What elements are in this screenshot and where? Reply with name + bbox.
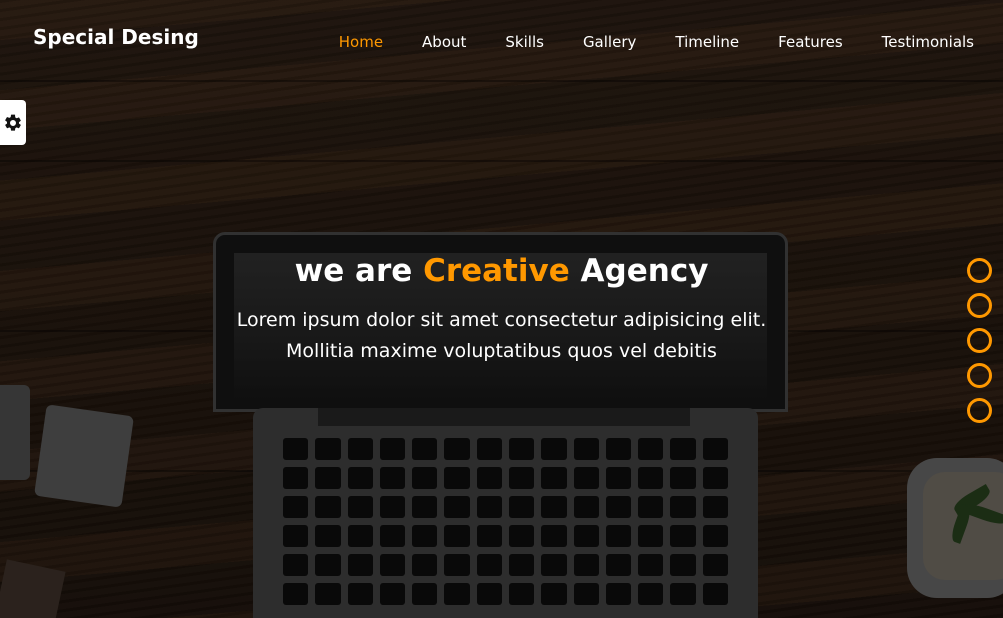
nav-link-about[interactable]: About bbox=[422, 33, 466, 51]
nav-link-features[interactable]: Features bbox=[778, 33, 843, 51]
hero-description-line-1: Lorem ipsum dolor sit amet consectetur a… bbox=[236, 309, 767, 331]
settings-toggle[interactable] bbox=[0, 100, 26, 145]
hero-description-line-2: Mollitia maxime voluptatibus quos vel de… bbox=[286, 340, 717, 362]
nav-link-timeline[interactable]: Timeline bbox=[675, 33, 739, 51]
hero-title: we are Creative Agency bbox=[0, 253, 1003, 289]
hero-title-post: Agency bbox=[569, 253, 709, 289]
nav-link-home[interactable]: Home bbox=[339, 33, 383, 51]
site-logo[interactable]: Special Desing bbox=[33, 25, 199, 49]
nav-link-gallery[interactable]: Gallery bbox=[583, 33, 636, 51]
slide-bullet[interactable] bbox=[967, 363, 992, 388]
hero-description: Lorem ipsum dolor sit amet consectetur a… bbox=[0, 305, 1003, 367]
gear-icon bbox=[5, 114, 21, 131]
nav-link-testimonials[interactable]: Testimonials bbox=[882, 33, 974, 51]
slide-bullets bbox=[967, 258, 992, 423]
slide-bullet[interactable] bbox=[967, 293, 992, 318]
slide-bullet[interactable] bbox=[967, 258, 992, 283]
slide-bullet[interactable] bbox=[967, 398, 992, 423]
slide-bullet[interactable] bbox=[967, 328, 992, 353]
hero-content: we are Creative Agency Lorem ipsum dolor… bbox=[0, 253, 1003, 367]
main-nav: Home About Skills Gallery Timeline Features Te… bbox=[300, 33, 974, 51]
hero-title-accent: Creative bbox=[423, 253, 570, 289]
hero-title-pre: we are bbox=[294, 253, 424, 289]
nav-link-skills[interactable]: Skills bbox=[505, 33, 544, 51]
